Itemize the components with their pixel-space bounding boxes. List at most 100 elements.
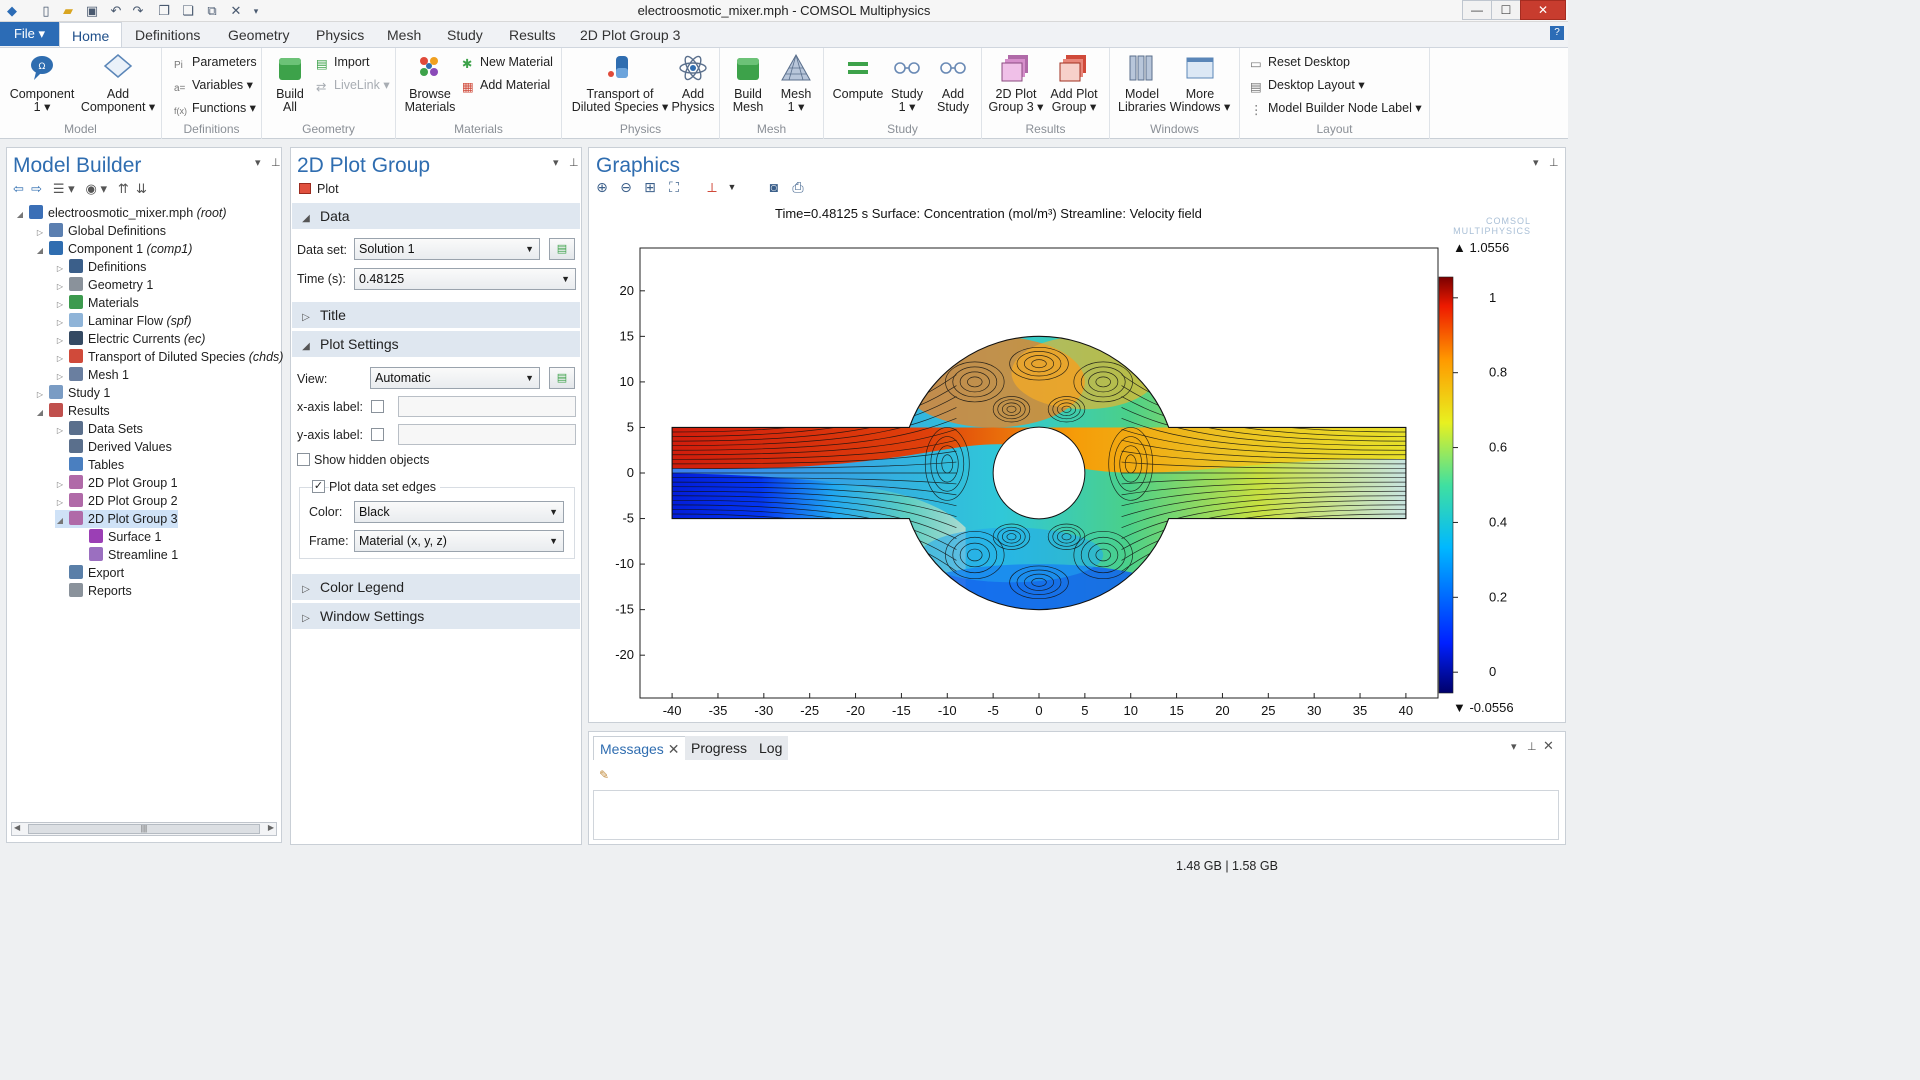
node-label-button[interactable]: ⋮ Model Builder Node Label ▾ [1250, 99, 1422, 117]
tree-node[interactable]: ▷ Data Sets [55, 420, 143, 438]
section-window-settings[interactable]: ▷ Window Settings [292, 603, 580, 629]
data-set-select[interactable]: Solution 1 ▼ [354, 238, 540, 260]
file-menu-button[interactable]: File ▾ [0, 22, 59, 46]
build-all-button[interactable]: Build All [266, 52, 314, 114]
tab-study[interactable]: Study [447, 22, 483, 47]
add-material-button[interactable]: ▦ Add Material [462, 76, 550, 94]
tree-node[interactable]: ▷ Electric Currents (ec) [55, 330, 205, 348]
x-axis-label-input[interactable] [398, 396, 576, 417]
forward-arrow-icon[interactable]: ⇨ [31, 181, 42, 196]
help-icon[interactable]: ? [1550, 26, 1564, 40]
variables-button[interactable]: a= Variables ▾ [174, 76, 253, 94]
maximize-button[interactable]: ☐ [1491, 0, 1521, 20]
component-button[interactable]: Ω Component 1 ▾ [6, 52, 78, 114]
x-axis-label-checkbox[interactable] [371, 400, 384, 413]
tab-mesh[interactable]: Mesh [387, 22, 421, 47]
tree-node[interactable]: ◢ 2D Plot Group 3 [55, 510, 178, 528]
collapse-all-icon[interactable]: ⇊ [136, 181, 147, 196]
build-mesh-button[interactable]: Build Mesh [724, 52, 772, 114]
model-libraries-button[interactable]: Model Libraries [1116, 52, 1168, 114]
tab-messages[interactable]: Messages ✕ [593, 736, 687, 760]
zoom-box-icon[interactable]: ⊞ [641, 178, 659, 196]
pin-icon[interactable]: ⊥ [271, 156, 281, 169]
frame-select[interactable]: Material (x, y, z) ▼ [354, 530, 564, 552]
color-select[interactable]: Black ▼ [354, 501, 564, 523]
tree-node[interactable]: Streamline 1 [75, 546, 178, 564]
messages-close-icon[interactable]: ✕ [1543, 738, 1554, 754]
tree-node[interactable]: Derived Values [55, 438, 172, 456]
tab-home[interactable]: Home [59, 22, 123, 47]
livelink-button[interactable]: ⇄ LiveLink ▾ [316, 76, 390, 94]
tab-2d-plot-group-3[interactable]: 2D Plot Group 3 [580, 22, 680, 47]
panel-menu-icon[interactable]: ▾ [255, 156, 261, 169]
tab-progress[interactable]: Progress [685, 736, 754, 760]
tree-node[interactable]: ◢ Component 1 (comp1) [35, 240, 192, 258]
camera-icon[interactable]: ◙ [765, 178, 783, 196]
add-component-button[interactable]: Add Component ▾ [80, 52, 156, 114]
print-icon[interactable]: ⎙ [789, 178, 807, 196]
transport-diluted-species-button[interactable]: Transport of Diluted Species ▾ [568, 52, 672, 114]
2d-plot-group-3-button[interactable]: 2D Plot Group 3 ▾ [988, 52, 1044, 114]
add-plot-group-button[interactable]: Add Plot Group ▾ [1044, 52, 1104, 114]
settings-menu-icon[interactable]: ▾ [553, 156, 559, 169]
tab-log[interactable]: Log [753, 736, 789, 760]
plot-canvas[interactable]: -40 -35 -30 -25 -20 -15 -10 -5 0 5 10 15 20 25 30 35 402… [589, 202, 1565, 722]
tree-node[interactable]: ▷ 2D Plot Group 1 [55, 474, 178, 492]
tree-node[interactable]: ▷ Study 1 [35, 384, 110, 402]
clear-brush-icon[interactable]: ✎ [599, 768, 609, 782]
zoom-extents-icon[interactable]: ⛶ [665, 178, 683, 196]
graphics-pin-icon[interactable]: ⊥ [1549, 156, 1559, 169]
section-color-legend[interactable]: ▷ Color Legend [292, 574, 580, 600]
settings-pin-icon[interactable]: ⊥ [569, 156, 579, 169]
expand-all-icon[interactable]: ⇈ [118, 181, 129, 196]
show-icon[interactable]: ☰ ▾ [53, 181, 75, 196]
scrollbar-thumb[interactable]: ||| [28, 824, 260, 834]
plot-edges-checkbox[interactable]: ✓ [312, 480, 325, 493]
more-windows-button[interactable]: More Windows ▾ [1168, 52, 1232, 114]
section-data[interactable]: ◢ Data [292, 203, 580, 229]
minimize-button[interactable]: — [1462, 0, 1492, 20]
import-button[interactable]: ▤ Import [316, 53, 369, 71]
y-axis-label-checkbox[interactable] [371, 428, 384, 441]
desktop-layout-button[interactable]: ▤ Desktop Layout ▾ [1250, 76, 1365, 94]
tree-node[interactable]: ▷ Mesh 1 [55, 366, 129, 384]
browse-materials-button[interactable]: Browse Materials [402, 52, 458, 114]
scroll-right-icon[interactable]: ▶ [268, 823, 274, 832]
tree-node[interactable]: ▷ Definitions [55, 258, 146, 276]
section-title[interactable]: ▷ Title [292, 302, 580, 328]
tree-expander-icon[interactable]: ◢ [55, 512, 65, 530]
horizontal-scrollbar[interactable]: ◀ ||| ▶ [11, 822, 277, 836]
functions-button[interactable]: f(x) Functions ▾ [174, 99, 256, 117]
tab-definitions[interactable]: Definitions [135, 22, 200, 47]
tree-node[interactable]: ▷ Materials [55, 294, 139, 312]
tree-node[interactable]: ▷ Geometry 1 [55, 276, 153, 294]
new-material-button[interactable]: ✱ New Material [462, 53, 553, 71]
view-select[interactable]: Automatic ▼ [370, 367, 540, 389]
tree-node[interactable]: Tables [55, 456, 124, 474]
tree-node[interactable]: Surface 1 [75, 528, 162, 546]
tree-node[interactable]: ▷ Global Definitions [35, 222, 166, 240]
scroll-left-icon[interactable]: ◀ [14, 823, 20, 832]
add-physics-button[interactable]: Add Physics [670, 52, 716, 114]
back-arrow-icon[interactable]: ⇦ [13, 181, 24, 196]
study-1-button[interactable]: Study 1 ▾ [886, 52, 928, 114]
chevron-down-icon[interactable]: ▼ [723, 178, 741, 196]
zoom-out-icon[interactable]: ⊖ [617, 178, 635, 196]
tab-physics[interactable]: Physics [316, 22, 364, 47]
tab-results[interactable]: Results [509, 22, 556, 47]
y-axis-label-input[interactable] [398, 424, 576, 445]
tree-node[interactable]: ▷ Laminar Flow (spf) [55, 312, 192, 330]
messages-pin-icon[interactable]: ⊥ [1527, 740, 1537, 753]
tree-node[interactable]: ◢ Results [35, 402, 110, 420]
tree-node[interactable]: ◢ electroosmotic_mixer.mph (root) [15, 204, 227, 222]
reset-desktop-button[interactable]: ▭ Reset Desktop [1250, 53, 1350, 71]
tree-expander-icon[interactable]: ◢ [35, 242, 45, 260]
tree-expander-icon[interactable]: ◢ [15, 206, 25, 224]
compute-button[interactable]: Compute [828, 52, 888, 101]
view-icon[interactable]: ◉ ▾ [86, 181, 107, 196]
tree-expander-icon[interactable]: ◢ [35, 404, 45, 422]
zoom-in-icon[interactable]: ⊕ [593, 178, 611, 196]
go-to-source-button[interactable]: ▤ [549, 238, 575, 260]
tree-node[interactable]: ▷ 2D Plot Group 2 [55, 492, 178, 510]
plot-button[interactable]: Plot [299, 182, 339, 196]
